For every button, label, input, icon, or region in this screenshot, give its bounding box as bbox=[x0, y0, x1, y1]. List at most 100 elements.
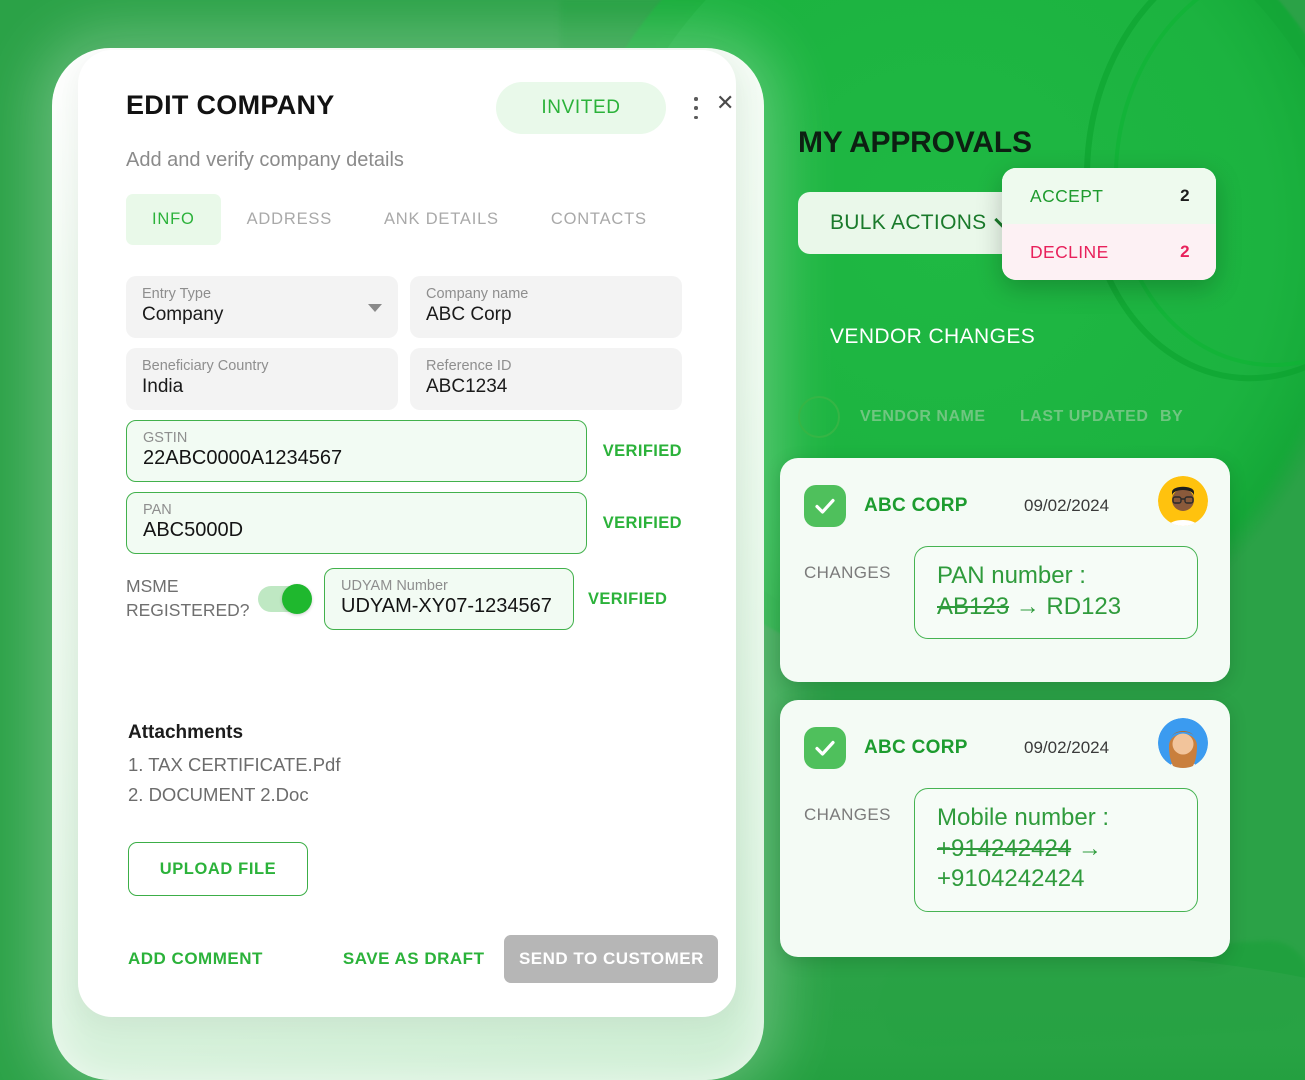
msme-label-line2: REGISTERED? bbox=[126, 600, 250, 620]
send-to-customer-button[interactable]: SEND TO CUSTOMER bbox=[504, 935, 719, 983]
vendor-card-header: ABC CORP 09/02/2024 bbox=[804, 484, 1206, 528]
msme-label: MSME REGISTERED? bbox=[126, 575, 250, 622]
change-arrow-icon: → bbox=[1077, 834, 1102, 862]
attachments-heading: Attachments bbox=[128, 722, 244, 743]
change-old-value: AB123 bbox=[937, 592, 1010, 620]
reference-id-value: ABC1234 bbox=[426, 376, 508, 397]
change-detail-box: PAN number : AB123 → RD123 bbox=[914, 546, 1198, 640]
reference-id-label: Reference ID bbox=[426, 358, 512, 374]
form-row-2: Beneficiary Country India Reference ID A… bbox=[126, 348, 682, 410]
check-glyph bbox=[815, 740, 835, 756]
msme-label-line1: MSME bbox=[126, 576, 179, 597]
vendor-name: ABC CORP bbox=[864, 495, 968, 516]
vendor-last-updated: 09/02/2024 bbox=[1024, 738, 1110, 757]
column-vendor-name: VENDOR NAME bbox=[860, 408, 986, 425]
entry-type-label: Entry Type bbox=[142, 286, 212, 302]
change-values: AB123 → RD123 bbox=[937, 592, 1177, 623]
company-name-label: Company name bbox=[426, 286, 529, 302]
upload-file-button[interactable]: UPLOAD FILE bbox=[128, 842, 308, 896]
avatar-woman-blue bbox=[1158, 718, 1208, 768]
gstin-label: GSTIN bbox=[143, 430, 188, 446]
company-name-field[interactable]: Company name ABC Corp bbox=[410, 276, 682, 338]
udyam-verified-badge: VERIFIED bbox=[588, 589, 668, 608]
attachments-list: 1. TAX CERTIFICATE.Pdf 2. DOCUMENT 2.Doc bbox=[128, 754, 340, 814]
tab-info[interactable]: INFO bbox=[126, 194, 221, 245]
attachment-item[interactable]: 2. DOCUMENT 2.Doc bbox=[128, 784, 340, 806]
tab-contacts[interactable]: CONTACTS bbox=[525, 194, 673, 245]
tab-ank-details[interactable]: ANK DETAILS bbox=[358, 194, 525, 245]
page-title: EDIT COMPANY bbox=[126, 90, 335, 120]
change-detail-box: Mobile number : +914242424 → +9104242424 bbox=[914, 788, 1198, 913]
change-field-title: PAN number : bbox=[937, 562, 1086, 589]
status-badge: INVITED bbox=[496, 82, 666, 134]
beneficiary-country-field[interactable]: Beneficiary Country India bbox=[126, 348, 398, 410]
chevron-down-icon[interactable] bbox=[368, 304, 382, 312]
menu-item-decline-count: 2 bbox=[1180, 242, 1190, 261]
check-icon[interactable] bbox=[804, 485, 846, 527]
dialog-footer: ADD COMMENT SAVE AS DRAFT SEND TO CUSTOM… bbox=[128, 935, 719, 983]
kebab-menu-icon[interactable] bbox=[689, 94, 703, 122]
company-form: Entry Type Company Company name ABC Corp… bbox=[126, 276, 682, 630]
vendor-changes-title: VENDOR CHANGES bbox=[830, 325, 1036, 348]
save-as-draft-button[interactable]: SAVE AS DRAFT bbox=[343, 949, 485, 969]
beneficiary-country-label: Beneficiary Country bbox=[142, 358, 269, 374]
change-old-value: +914242424 bbox=[937, 834, 1072, 862]
udyam-label: UDYAM Number bbox=[341, 578, 448, 594]
pan-label: PAN bbox=[143, 502, 172, 518]
changes-label: CHANGES bbox=[804, 563, 891, 582]
tab-address[interactable]: ADDRESS bbox=[221, 194, 358, 245]
column-by: BY bbox=[1160, 408, 1184, 425]
pan-field[interactable]: PAN ABC5000D bbox=[126, 492, 587, 554]
approvals-panel: MY APPROVALS BULK ACTIONS ACCEPT 2 DECLI… bbox=[780, 0, 1305, 1080]
form-row-1: Entry Type Company Company name ABC Corp bbox=[126, 276, 682, 338]
change-new-value: +9104242424 bbox=[937, 865, 1085, 893]
dialog-subtitle: Add and verify company details bbox=[126, 149, 404, 171]
beneficiary-country-value: India bbox=[142, 376, 184, 397]
avatar bbox=[1158, 718, 1208, 768]
menu-item-accept[interactable]: ACCEPT 2 bbox=[1002, 168, 1216, 224]
gstin-value: 22ABC0000A1234567 bbox=[143, 447, 343, 469]
gstin-row: GSTIN 22ABC0000A1234567 VERIFIED bbox=[126, 420, 682, 482]
toggle-knob bbox=[282, 584, 312, 614]
menu-item-decline-label: DECLINE bbox=[1030, 241, 1109, 262]
column-last-updated: LAST UPDATED bbox=[1020, 408, 1149, 425]
pan-row: PAN ABC5000D VERIFIED bbox=[126, 492, 682, 554]
vendor-name: ABC CORP bbox=[864, 737, 968, 758]
attachment-item[interactable]: 1. TAX CERTIFICATE.Pdf bbox=[128, 754, 340, 776]
vendor-card-header: ABC CORP 09/02/2024 bbox=[804, 726, 1206, 770]
menu-item-accept-count: 2 bbox=[1180, 186, 1190, 205]
add-comment-button[interactable]: ADD COMMENT bbox=[128, 949, 263, 969]
gstin-verified-badge: VERIFIED bbox=[602, 441, 682, 460]
vendor-change-card[interactable]: ABC CORP 09/02/2024 CHANGES PAN number :… bbox=[780, 458, 1230, 682]
change-arrow-icon: → bbox=[1015, 592, 1040, 620]
gstin-field[interactable]: GSTIN 22ABC0000A1234567 bbox=[126, 420, 587, 482]
avatar-man-yellow bbox=[1158, 476, 1208, 526]
msme-row: MSME REGISTERED? UDYAM Number UDYAM-XY07… bbox=[126, 568, 682, 630]
reference-id-field[interactable]: Reference ID ABC1234 bbox=[410, 348, 682, 410]
approvals-title: MY APPROVALS bbox=[798, 126, 1032, 159]
change-new-value: RD123 bbox=[1046, 592, 1122, 620]
menu-item-decline[interactable]: DECLINE 2 bbox=[1002, 224, 1216, 280]
check-icon[interactable] bbox=[804, 727, 846, 769]
status-badge-label: INVITED bbox=[541, 97, 621, 118]
entry-type-field[interactable]: Entry Type Company bbox=[126, 276, 398, 338]
vendor-table-header: VENDOR NAME LAST UPDATED BY bbox=[798, 396, 1268, 438]
menu-item-accept-label: ACCEPT bbox=[1030, 185, 1104, 206]
changes-label: CHANGES bbox=[804, 805, 891, 824]
change-values: +914242424 → +9104242424 bbox=[937, 834, 1177, 895]
entry-type-value: Company bbox=[142, 304, 224, 325]
vendor-change-card[interactable]: ABC CORP 09/02/2024 CHANGES Mobile numbe… bbox=[780, 700, 1230, 957]
msme-registered-toggle[interactable] bbox=[258, 584, 312, 614]
company-name-value: ABC Corp bbox=[426, 304, 512, 325]
tab-bar: INFO ADDRESS ANK DETAILS CONTACTS bbox=[126, 194, 673, 245]
vendor-last-updated: 09/02/2024 bbox=[1024, 496, 1110, 515]
udyam-value: UDYAM-XY07-1234567 bbox=[341, 595, 552, 617]
close-icon[interactable]: ✕ bbox=[716, 92, 734, 114]
avatar bbox=[1158, 476, 1208, 526]
pan-verified-badge: VERIFIED bbox=[602, 513, 682, 532]
bulk-actions-label: BULK ACTIONS bbox=[830, 211, 987, 234]
bulk-actions-menu: ACCEPT 2 DECLINE 2 bbox=[1002, 168, 1216, 280]
udyam-field[interactable]: UDYAM Number UDYAM-XY07-1234567 bbox=[324, 568, 574, 630]
edit-company-dialog: EDIT COMPANY INVITED ✕ Add and verify co… bbox=[78, 50, 736, 1017]
circle-checkbox-icon[interactable] bbox=[798, 396, 840, 438]
